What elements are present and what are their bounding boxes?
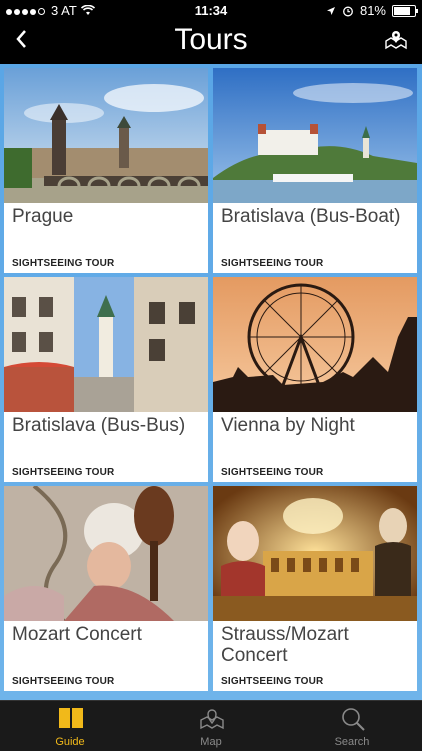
book-icon bbox=[59, 708, 83, 728]
battery-percent: 81% bbox=[359, 3, 386, 18]
tab-label: Search bbox=[334, 736, 370, 748]
status-right: 81% bbox=[326, 3, 418, 18]
tour-title: Bratislava (Bus-Bus) bbox=[12, 415, 186, 436]
tour-category: SIGHTSEEING TOUR bbox=[12, 467, 115, 478]
alarm-icon bbox=[343, 6, 353, 16]
tab-map[interactable]: Map bbox=[141, 701, 281, 751]
tour-card-mozart-concert[interactable]: Mozart Concert SIGHTSEEING TOUR bbox=[4, 486, 208, 691]
tour-image-vienna-by-night bbox=[213, 277, 417, 412]
tour-category: SIGHTSEEING TOUR bbox=[12, 258, 115, 269]
navigation-bar: Tours bbox=[0, 22, 422, 60]
tour-card-bratislava-bus-bus[interactable]: Bratislava (Bus-Bus) SIGHTSEEING TOUR bbox=[4, 277, 208, 482]
tour-card-vienna-by-night[interactable]: Vienna by Night SIGHTSEEING TOUR bbox=[213, 277, 417, 482]
location-arrow-icon bbox=[326, 6, 335, 15]
tab-guide[interactable]: Guide bbox=[0, 701, 140, 751]
tour-title: Bratislava (Bus-Boat) bbox=[221, 206, 401, 227]
tab-label: Guide bbox=[55, 736, 85, 748]
tour-category: SIGHTSEEING TOUR bbox=[221, 467, 324, 478]
tour-card-prague[interactable]: Prague SIGHTSEEING TOUR bbox=[4, 68, 208, 273]
map-view-button[interactable] bbox=[384, 28, 408, 57]
tour-title: Strauss/Mozart Concert bbox=[221, 624, 349, 666]
map-pin-icon bbox=[385, 31, 407, 50]
tour-title: Vienna by Night bbox=[221, 415, 355, 436]
tour-card-strauss-mozart-concert[interactable]: Strauss/Mozart Concert SIGHTSEEING TOUR bbox=[213, 486, 417, 691]
tour-card-bratislava-bus-boat[interactable]: Bratislava (Bus-Boat) SIGHTSEEING TOUR bbox=[213, 68, 417, 273]
search-icon bbox=[342, 708, 365, 731]
tour-category: SIGHTSEEING TOUR bbox=[12, 676, 115, 687]
tour-category: SIGHTSEEING TOUR bbox=[221, 676, 324, 687]
battery-icon bbox=[392, 4, 418, 17]
tab-search[interactable]: Search bbox=[282, 701, 422, 751]
tour-image-bratislava-bus-boat bbox=[213, 68, 417, 203]
tours-list: Prague SIGHTSEEING TOUR Bratislava (Bus-… bbox=[0, 64, 422, 700]
status-bar: 3 AT 11:34 81% bbox=[0, 0, 422, 22]
tour-category: SIGHTSEEING TOUR bbox=[221, 258, 324, 269]
tour-image-mozart-concert bbox=[4, 486, 208, 621]
tour-title: Prague bbox=[12, 206, 74, 227]
page-title: Tours bbox=[174, 23, 248, 56]
tour-image-prague bbox=[4, 68, 208, 203]
map-icon bbox=[200, 709, 224, 730]
tour-title: Mozart Concert bbox=[12, 624, 142, 645]
tab-bar: Guide Map Search bbox=[0, 700, 422, 751]
tab-label: Map bbox=[200, 736, 222, 748]
tour-image-strauss-mozart-concert bbox=[213, 486, 417, 621]
battery-fill bbox=[394, 6, 410, 15]
tour-image-bratislava-bus-bus bbox=[4, 277, 208, 412]
